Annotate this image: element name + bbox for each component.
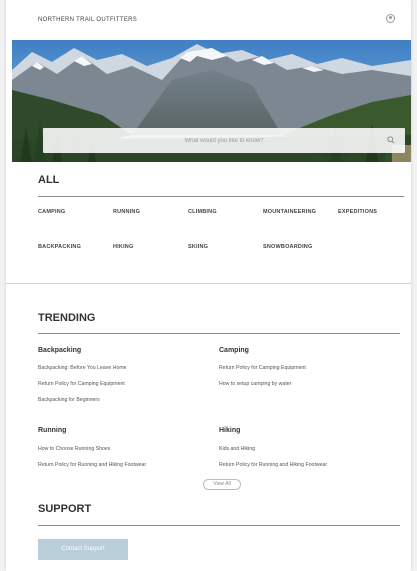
categories-title: ALL	[38, 174, 60, 186]
search-icon[interactable]	[387, 136, 395, 144]
category-camping[interactable]: CAMPING	[38, 209, 65, 215]
search-box	[43, 128, 405, 153]
support-title: SUPPORT	[38, 503, 92, 515]
trending-link[interactable]: Return Policy for Camping Equipment	[38, 381, 125, 387]
trending-title: TRENDING	[38, 312, 96, 324]
view-all-button[interactable]: View All	[203, 479, 241, 490]
category-expeditions[interactable]: EXPEDITIONS	[338, 209, 377, 215]
trending-link[interactable]: How to setup camping by water	[219, 381, 291, 387]
brand-name[interactable]: NORTHERN TRAIL OUTFITTERS	[38, 17, 137, 23]
trending-link[interactable]: Backpacking for Beginners	[38, 397, 100, 403]
category-backpacking[interactable]: BACKPACKING	[38, 244, 81, 250]
trending-link[interactable]: How to Choose Running Shoes	[38, 446, 110, 452]
user-icon[interactable]	[386, 14, 395, 23]
category-hiking[interactable]: HIKING	[113, 244, 133, 250]
category-climbing[interactable]: CLIMBING	[188, 209, 217, 215]
trending-link[interactable]: Kids and Hiking	[219, 446, 255, 452]
contact-support-button[interactable]: Contact Support	[38, 539, 128, 560]
categories-rule	[38, 196, 404, 197]
trending-group-backpacking[interactable]: Backpacking	[38, 347, 81, 354]
trending-link[interactable]: Return Policy for Camping Equipment	[219, 365, 306, 371]
trending-link[interactable]: Return Policy for Running and Hiking Foo…	[38, 462, 146, 468]
category-skiing[interactable]: SKIING	[188, 244, 208, 250]
support-rule	[38, 525, 400, 526]
trending-link[interactable]: Backpacking: Before You Leave Home	[38, 365, 127, 371]
category-mountaineering[interactable]: MOUNTAINEERING	[263, 209, 316, 215]
trending-group-camping[interactable]: Camping	[219, 347, 249, 354]
category-snowboarding[interactable]: SNOWBOARDING	[263, 244, 312, 250]
trending-group-hiking[interactable]: Hiking	[219, 427, 240, 434]
hero-banner	[12, 40, 411, 162]
section-divider	[6, 283, 411, 284]
category-running[interactable]: RUNNING	[113, 209, 140, 215]
top-bar: NORTHERN TRAIL OUTFITTERS	[6, 0, 411, 40]
trending-rule	[38, 333, 400, 334]
search-input[interactable]	[43, 128, 405, 153]
trending-group-running[interactable]: Running	[38, 427, 66, 434]
trending-link[interactable]: Return Policy for Running and Hiking Foo…	[219, 462, 327, 468]
page: NORTHERN TRAIL OUTFITTERS What would you…	[6, 0, 411, 571]
